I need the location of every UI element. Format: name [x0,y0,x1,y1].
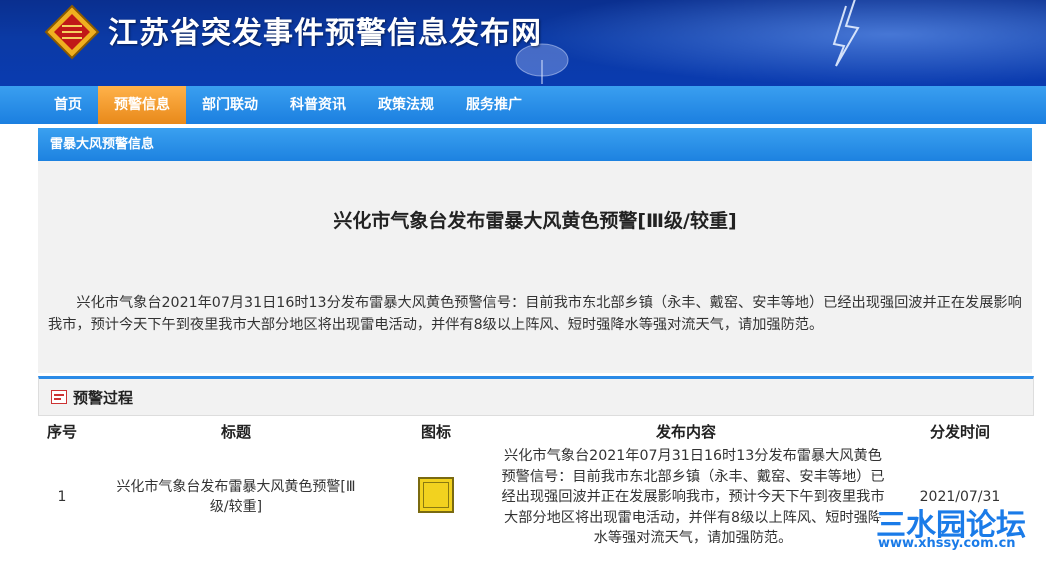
nav-item-policy[interactable]: 政策法规 [362,86,450,124]
emblem-icon [44,4,100,60]
row-icon-cell [386,446,486,549]
table-header-row: 序号 标题 图标 发布内容 分发时间 [38,416,1034,446]
watermark-url: www.xhssy.com.cn [878,536,1016,551]
nav-item-science[interactable]: 科普资讯 [274,86,362,124]
col-header-title: 标题 [220,422,251,441]
site-title: 江苏省突发事件预警信息发布网 [108,16,542,51]
col-header-no: 序号 [46,422,77,441]
col-header-time: 分发时间 [929,422,990,441]
row-content: 兴化市气象台2021年07月31日16时13分发布雷暴大风黄色预警信号：目前我市… [501,448,885,546]
col-header-icon: 图标 [420,422,451,441]
article-title: 兴化市气象台发布雷暴大风黄色预警[Ⅲ级/较重] [333,210,737,232]
lightning-graphic [832,0,860,67]
nav-item-warnings[interactable]: 预警信息 [98,86,186,124]
process-heading-label: 预警过程 [73,388,134,407]
yellow-warning-icon [418,477,454,514]
warning-detail-panel: 雷暴大风预警信息 兴化市气象台发布雷暴大风黄色预警[Ⅲ级/较重] 兴化市气象台2… [38,128,1032,373]
main-nav: 首页 预警信息 部门联动 科普资讯 政策法规 服务推广 [0,86,1046,124]
forum-watermark: 三水园论坛 www.xhssy.com.cn [876,500,1046,560]
nav-item-departments[interactable]: 部门联动 [186,86,274,124]
process-heading: 预警过程 [38,376,1034,416]
col-header-content: 发布内容 [655,422,716,441]
nav-item-services[interactable]: 服务推广 [450,86,538,124]
panel-heading: 雷暴大风预警信息 [38,128,1032,161]
article-body: 兴化市气象台2021年07月31日16时13分发布雷暴大风黄色预警信号：目前我市… [48,295,1022,333]
document-icon [51,390,67,404]
site-banner: 江苏省突发事件预警信息发布网 [0,0,1046,86]
row-no: 1 [57,489,67,506]
banner-glow [526,0,1046,86]
nav-item-home[interactable]: 首页 [38,86,98,124]
row-title[interactable]: 兴化市气象台发布雷暴大风黄色预警[Ⅲ级/较重] [86,446,386,549]
